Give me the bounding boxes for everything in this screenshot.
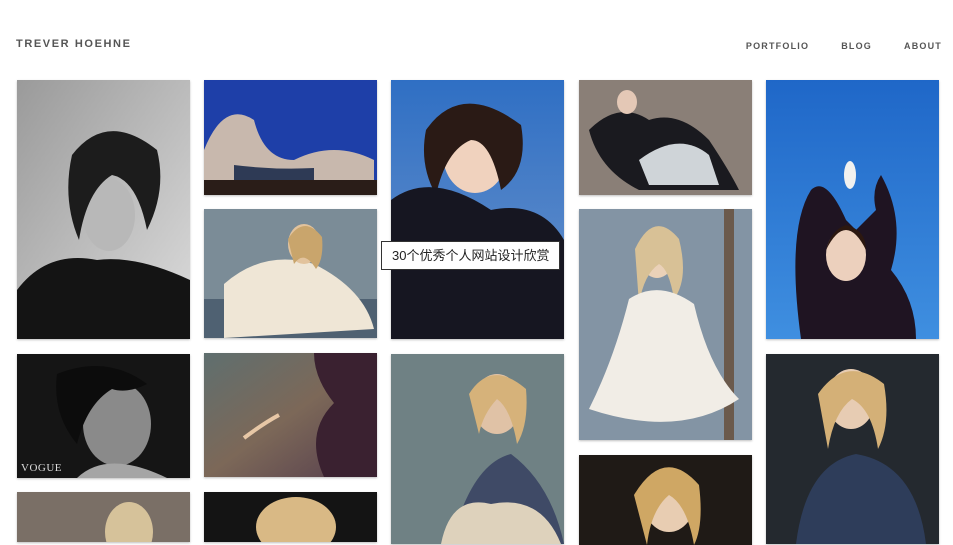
photo-lying-jeans[interactable]: [579, 80, 752, 195]
photo-blonde-partial[interactable]: [17, 492, 190, 542]
photo-reclining-blue-sky[interactable]: [204, 80, 377, 195]
photo-fur-blue-wall[interactable]: [391, 80, 564, 339]
photo-bw-fur-portrait[interactable]: [17, 80, 190, 339]
nav-blog[interactable]: BLOG: [841, 41, 872, 51]
photo-vogue-bw[interactable]: VOGUE: [17, 354, 190, 478]
photo-white-lace-dress[interactable]: [579, 209, 752, 440]
photo-beach-aerial[interactable]: [204, 353, 377, 477]
nav-portfolio[interactable]: PORTFOLIO: [746, 41, 809, 51]
photo-blonde-portrait-partial[interactable]: [204, 492, 377, 542]
nav-about[interactable]: ABOUT: [904, 41, 942, 51]
tooltip: 30个优秀个人网站设计欣赏: [381, 241, 561, 270]
photo-blonde-dark-bg[interactable]: [579, 455, 752, 545]
main-nav: PORTFOLIO BLOG ABOUT: [746, 41, 942, 51]
photo-white-sweater-seated[interactable]: [204, 209, 377, 338]
photo-blonde-navy-jacket[interactable]: [766, 354, 939, 544]
photo-fur-arms-up[interactable]: [766, 80, 939, 339]
watermark-vogue: VOGUE: [21, 462, 62, 474]
site-logo[interactable]: TREVER HOEHNE: [16, 38, 132, 50]
photo-blonde-fur-coat[interactable]: [391, 354, 564, 544]
